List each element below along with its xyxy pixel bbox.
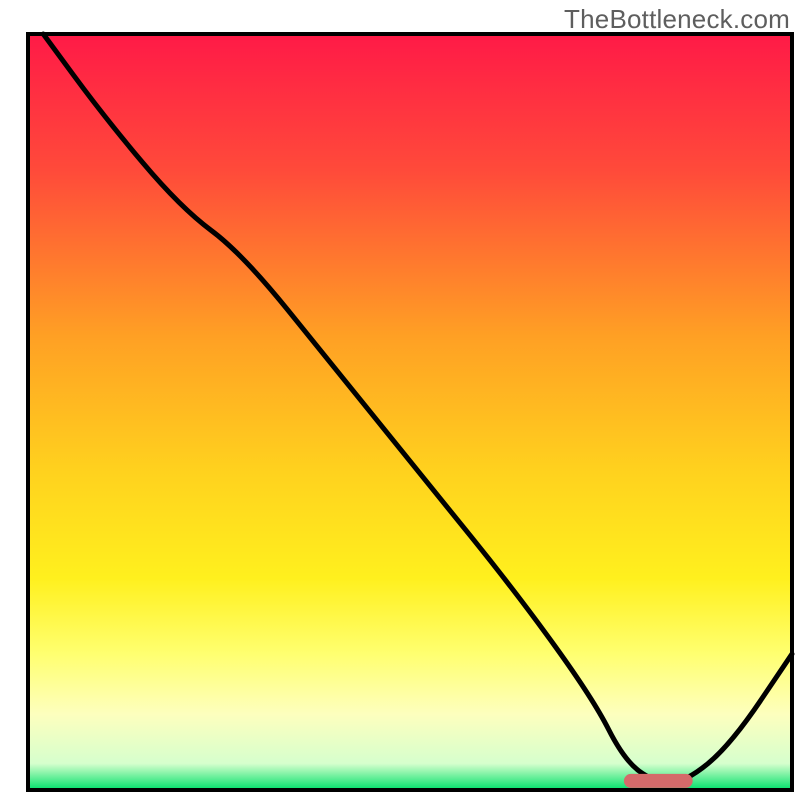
optimal-range-marker (624, 774, 693, 788)
bottleneck-chart (0, 0, 800, 800)
gradient-background (28, 34, 792, 790)
chart-container: TheBottleneck.com (0, 0, 800, 800)
